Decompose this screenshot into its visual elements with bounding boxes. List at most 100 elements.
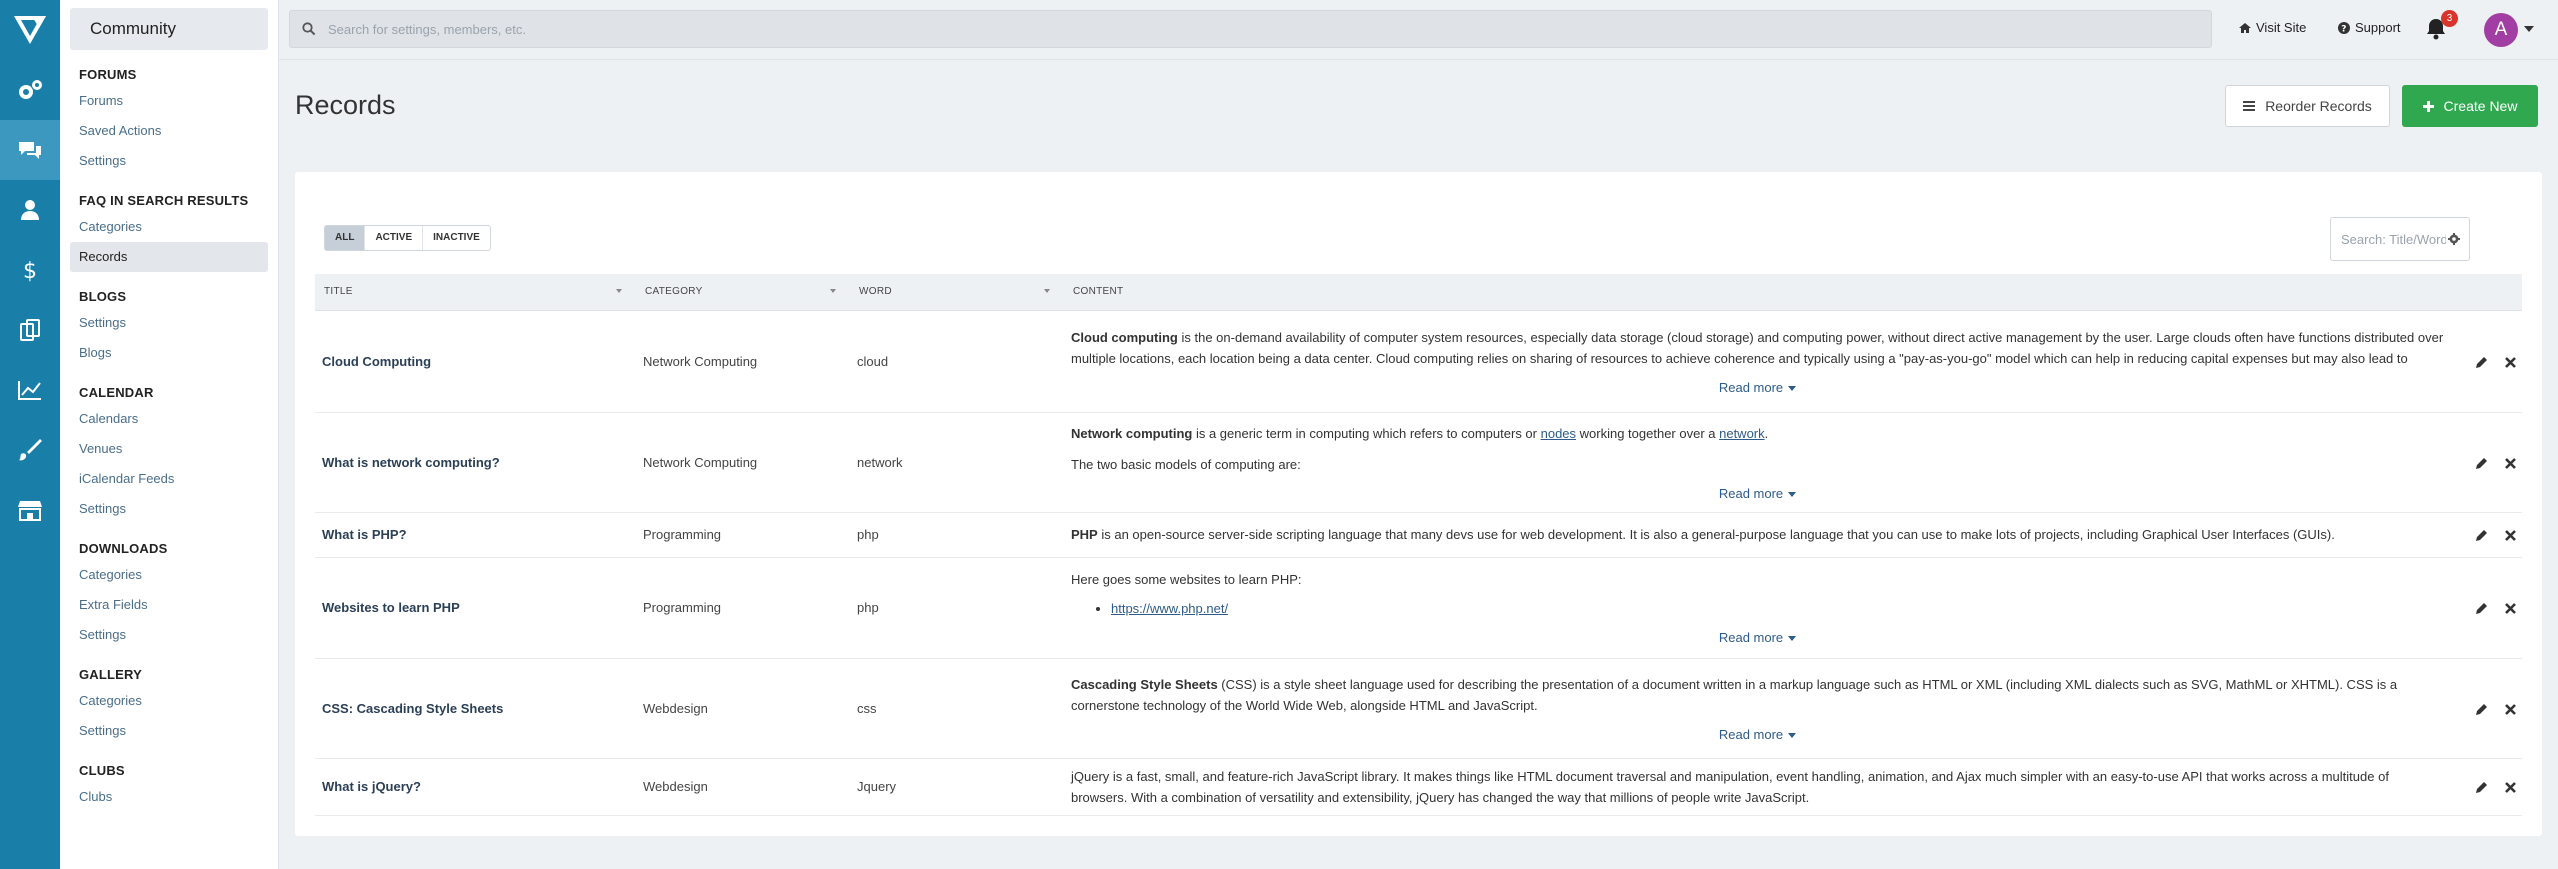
record-title[interactable]: Websites to learn PHP [315, 557, 636, 659]
column-header-word[interactable]: WORD [850, 274, 1064, 311]
logo-icon[interactable] [0, 0, 60, 60]
edit-button[interactable] [2464, 758, 2498, 816]
gears-icon[interactable] [0, 60, 60, 120]
record-title[interactable]: Cloud Computing [315, 310, 636, 413]
page-title: Records [295, 90, 396, 120]
content-text: Here goes some websites to learn PHP: [1071, 572, 1302, 587]
close-icon [2504, 356, 2516, 368]
read-more-link[interactable]: Read more [1071, 483, 2444, 504]
content-link[interactable]: network [1719, 426, 1765, 441]
column-header-category[interactable]: CATEGORY [636, 274, 850, 311]
sidebar-item-extra-fields[interactable]: Extra Fields [70, 590, 268, 620]
dollar-icon[interactable]: $ [0, 240, 60, 300]
record-title[interactable]: CSS: Cascading Style Sheets [315, 658, 636, 759]
edit-button[interactable] [2464, 310, 2498, 413]
search-input[interactable] [328, 11, 2178, 47]
sidebar-section: FAQ IN SEARCH RESULTS Categories Records [60, 190, 278, 272]
copy-icon[interactable] [0, 300, 60, 360]
delete-button[interactable] [2498, 758, 2522, 816]
table-row: Websites to learn PHP Programming php He… [315, 557, 2522, 659]
content-bold: Cloud computing [1071, 329, 1178, 345]
support-link[interactable]: ? Support [2338, 20, 2401, 35]
sidebar-item-icalendar-feeds[interactable]: iCalendar Feeds [70, 464, 268, 494]
comments-icon[interactable] [0, 120, 60, 180]
visit-site-link[interactable]: Visit Site [2239, 20, 2306, 35]
sidebar-item-settings[interactable]: Settings [70, 146, 268, 176]
sidebar-item-categories[interactable]: Categories [70, 686, 268, 716]
sidebar-item-forums[interactable]: Forums [70, 86, 268, 116]
filter-all[interactable]: ALL [325, 226, 366, 250]
sidebar-section-heading: GALLERY [79, 667, 143, 682]
read-more-link[interactable]: Read more [1071, 724, 2444, 745]
content-bold: Network computing [1071, 425, 1193, 441]
records-table: TITLE CATEGORY WORD CONTENT Cloud Comput… [315, 274, 2522, 816]
edit-button[interactable] [2464, 557, 2498, 659]
record-title[interactable]: What is jQuery? [315, 758, 636, 816]
sidebar-item-categories[interactable]: Categories [70, 212, 268, 242]
record-content: PHP is an open-source server-side script… [1064, 512, 2464, 558]
chevron-down-icon [1788, 636, 1797, 642]
content-bold: Cascading Style Sheets [1071, 676, 1218, 692]
sidebar-item-settings[interactable]: Settings [70, 716, 268, 746]
pencil-icon [2475, 703, 2487, 715]
table-search-input[interactable] [2341, 218, 2446, 260]
sidebar-section: FORUMS Forums Saved Actions Settings [60, 64, 278, 176]
delete-button[interactable] [2498, 512, 2522, 558]
content-text: The two basic models of computing are: [1071, 456, 1301, 472]
sidebar-item-saved-actions[interactable]: Saved Actions [70, 116, 268, 146]
read-more-link[interactable]: Read more [1071, 377, 2444, 398]
pencil-icon [2475, 457, 2487, 469]
delete-button[interactable] [2498, 557, 2522, 659]
table-header-row: TITLE CATEGORY WORD CONTENT [315, 274, 2522, 311]
column-header-title[interactable]: TITLE [315, 274, 636, 311]
shop-icon[interactable] [0, 480, 60, 540]
content-text: is the on-demand availability of compute… [1071, 329, 2444, 366]
record-title[interactable]: What is PHP? [315, 512, 636, 558]
filter-inactive[interactable]: INACTIVE [423, 226, 490, 250]
content-text: is an open-source server-side scripting … [1097, 527, 2335, 542]
sidebar-section-heading: CLUBS [79, 763, 125, 778]
chart-icon[interactable] [0, 360, 60, 420]
filter-active[interactable]: ACTIVE [365, 226, 424, 250]
sidebar-item-settings[interactable]: Settings [70, 494, 268, 524]
sidebar-item-categories[interactable]: Categories [70, 560, 268, 590]
chevron-down-icon[interactable] [2524, 26, 2534, 32]
record-category: Webdesign [636, 758, 850, 816]
edit-button[interactable] [2464, 412, 2498, 513]
edit-button[interactable] [2464, 658, 2498, 759]
create-new-button[interactable]: Create New [2402, 85, 2538, 127]
record-word: php [850, 557, 1064, 659]
table-row: CSS: Cascading Style Sheets Webdesign cs… [315, 658, 2522, 759]
sidebar-item-calendars[interactable]: Calendars [70, 404, 268, 434]
user-icon[interactable] [0, 180, 60, 240]
record-title[interactable]: What is network computing? [315, 412, 636, 513]
content-text: . [1764, 425, 1769, 441]
sidebar-item-settings[interactable]: Settings [70, 620, 268, 650]
delete-button[interactable] [2498, 412, 2522, 513]
delete-button[interactable] [2498, 310, 2522, 413]
sidebar-item-records[interactable]: Records [70, 242, 268, 272]
app-title[interactable]: Community [70, 8, 268, 50]
pencil-icon [2475, 356, 2487, 368]
sidebar-item-venues[interactable]: Venues [70, 434, 268, 464]
records-card: ALL ACTIVE INACTIVE TITLE CATEGORY WORD … [295, 172, 2542, 836]
question-circle-icon: ? [2338, 21, 2350, 34]
content-link[interactable]: https://www.php.net/ [1111, 601, 1228, 616]
avatar[interactable]: A [2484, 13, 2518, 47]
brush-icon[interactable] [0, 420, 60, 480]
sidebar-item-clubs[interactable]: Clubs [70, 782, 268, 812]
gear-icon[interactable] [2448, 233, 2460, 245]
global-search [289, 10, 2212, 48]
edit-button[interactable] [2464, 512, 2498, 558]
read-more-link[interactable]: Read more [1071, 627, 2444, 648]
sidebar-item-blogs[interactable]: Blogs [70, 338, 268, 368]
content-link[interactable]: nodes [1541, 426, 1576, 441]
reorder-records-button[interactable]: Reorder Records [2225, 85, 2390, 127]
delete-button[interactable] [2498, 658, 2522, 759]
reorder-records-label: Reorder Records [2265, 98, 2372, 114]
record-word: css [850, 658, 1064, 759]
pencil-icon [2475, 603, 2487, 615]
sidebar-item-settings[interactable]: Settings [70, 308, 268, 338]
sidebar-sections: FORUMS Forums Saved Actions Settings FAQ IN … [60, 64, 278, 812]
close-icon [2504, 703, 2516, 715]
